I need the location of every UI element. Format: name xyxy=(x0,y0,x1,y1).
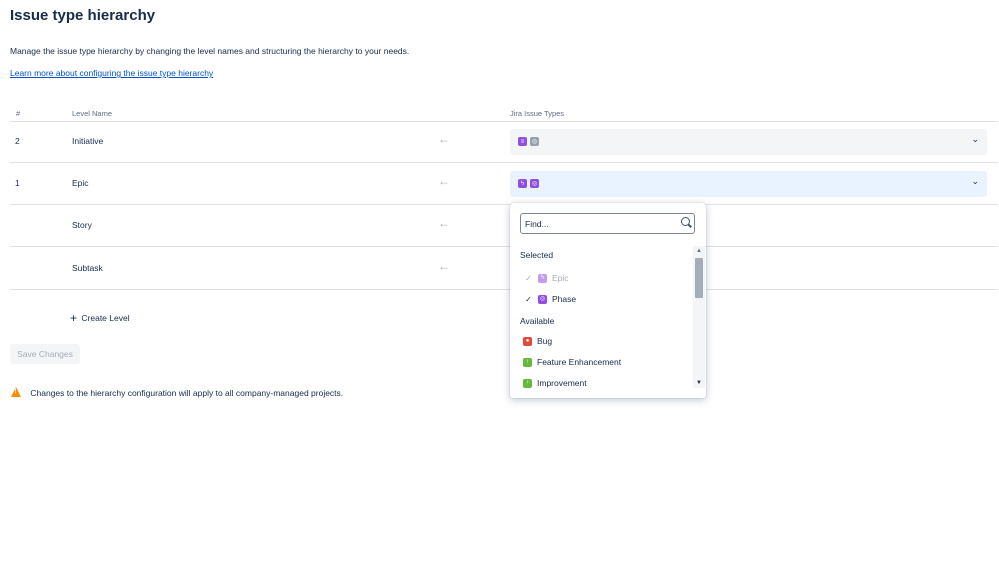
learn-more-link[interactable]: Learn more about configuring the issue t… xyxy=(10,68,213,78)
bug-icon: ● xyxy=(523,336,532,346)
option-epic: ✓ ϟ Epic xyxy=(510,268,692,288)
search-icon[interactable] xyxy=(681,217,690,226)
scroll-up-icon[interactable]: ▲ xyxy=(696,248,702,254)
table-row: 1 Epic ← ϟ ◎ ⌄ xyxy=(10,163,998,205)
option-label: Phase xyxy=(552,294,577,304)
table-header: # Level Name Jira Issue Types xyxy=(10,108,998,122)
warning-icon xyxy=(11,387,21,397)
create-level-button[interactable]: + Create Level xyxy=(70,311,130,325)
group-label-selected: Selected xyxy=(520,250,554,260)
create-level-label: Create Level xyxy=(81,313,130,323)
dropdown-scrollbar[interactable]: ▲ ▼ xyxy=(693,246,705,388)
level-name[interactable]: Subtask xyxy=(72,263,103,273)
arrow-up-icon: ↑ xyxy=(523,378,532,388)
scrollbar-thumb[interactable] xyxy=(695,258,703,298)
arrow-left-icon: ← xyxy=(438,132,450,146)
option-improvement[interactable]: ↑ Improvement xyxy=(510,373,692,393)
option-phase[interactable]: ✓ ◎ Phase xyxy=(510,289,692,309)
table-row: Subtask ← xyxy=(10,248,998,290)
warning-message: Changes to the hierarchy configuration w… xyxy=(11,387,343,398)
find-input[interactable] xyxy=(525,217,675,230)
arrow-left-icon: ← xyxy=(438,174,450,188)
chevron-down-icon[interactable]: ⌄ xyxy=(971,176,979,187)
option-label: Improvement xyxy=(537,378,587,388)
find-field[interactable] xyxy=(520,213,695,234)
arrow-up-icon: ↑ xyxy=(523,357,532,367)
warning-text: Changes to the hierarchy configuration w… xyxy=(30,388,344,398)
initiative-type-icon: ≡ xyxy=(518,137,527,146)
level-number: 1 xyxy=(15,178,20,188)
issue-types-select[interactable]: ϟ ◎ ⌄ xyxy=(510,171,987,197)
epic-icon: ϟ xyxy=(538,273,547,283)
level-name[interactable]: Epic xyxy=(72,178,89,188)
level-name[interactable]: Initiative xyxy=(72,136,103,146)
level-number: 2 xyxy=(15,136,20,146)
save-changes-button[interactable]: Save Changes xyxy=(10,344,80,364)
check-icon: ✓ xyxy=(525,294,532,304)
scroll-down-icon[interactable]: ▼ xyxy=(696,380,702,386)
check-icon: ✓ xyxy=(525,273,532,283)
grey-type-icon: ◎ xyxy=(530,137,539,146)
phase-icon: ◎ xyxy=(538,294,547,304)
option-label: Feature Enhancement xyxy=(537,357,622,367)
option-label: Bug xyxy=(537,336,553,346)
header-jira-issue-types: Jira Issue Types xyxy=(510,109,565,118)
phase-icon: ◎ xyxy=(530,179,539,188)
level-name[interactable]: Story xyxy=(72,220,92,230)
table-row: 2 Initiative ← ≡ ◎ ⌄ xyxy=(10,121,998,163)
page-title: Issue type hierarchy xyxy=(10,7,156,24)
group-label-available: Available xyxy=(520,316,555,326)
epic-icon: ϟ xyxy=(518,179,527,188)
arrow-left-icon: ← xyxy=(438,259,450,273)
arrow-left-icon: ← xyxy=(438,216,450,230)
option-label: Epic xyxy=(552,273,569,283)
table-row: Story ← xyxy=(10,205,998,247)
header-level-name: Level Name xyxy=(72,109,113,118)
plus-icon: + xyxy=(70,311,78,325)
issue-types-dropdown: Selected ✓ ϟ Epic ✓ ◎ Phase Available ● … xyxy=(510,203,706,398)
page-description: Manage the issue type hierarchy by chang… xyxy=(10,46,410,56)
option-bug[interactable]: ● Bug xyxy=(510,331,692,351)
chevron-down-icon[interactable]: ⌄ xyxy=(971,134,979,145)
issue-types-select[interactable]: ≡ ◎ ⌄ xyxy=(510,129,987,155)
header-num: # xyxy=(16,109,21,118)
option-feature-enhancement[interactable]: ↑ Feature Enhancement xyxy=(510,352,692,372)
